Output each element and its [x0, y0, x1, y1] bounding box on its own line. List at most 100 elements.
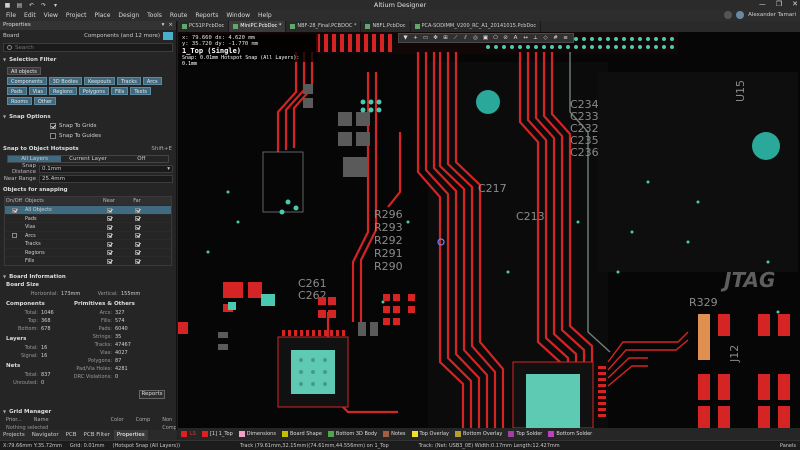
panel-close-icon[interactable]: ×: [168, 21, 173, 30]
keepout-icon[interactable]: ⊘: [501, 35, 510, 42]
all-objects-button[interactable]: All objects: [7, 67, 41, 75]
near-checkbox[interactable]: [106, 207, 112, 213]
save-icon[interactable]: ■: [4, 2, 11, 9]
layer-tab[interactable]: Notes: [380, 431, 408, 437]
table-row[interactable]: Vias: [5, 222, 171, 231]
grid-icon[interactable]: #: [551, 35, 560, 42]
menu-project[interactable]: Project: [62, 12, 91, 19]
chip-rooms[interactable]: Rooms: [7, 97, 32, 105]
chip-texts[interactable]: Texts: [130, 87, 152, 95]
doc-tab[interactable]: NBF-28_Final.PCBDOC *: [286, 21, 362, 32]
via-icon[interactable]: ◎: [471, 35, 480, 42]
selection-filter-title[interactable]: ▼ Selection Filter: [0, 55, 176, 64]
filter-icon[interactable]: ▼: [401, 35, 410, 42]
tab-pcb-filter[interactable]: PCB Filter: [81, 430, 113, 440]
maximize-button[interactable]: ❐: [776, 0, 782, 8]
grid-manager-title[interactable]: ▼ Grid Manager: [0, 407, 176, 416]
chip-fills[interactable]: Fills: [111, 87, 129, 95]
near-checkbox[interactable]: [106, 241, 112, 247]
chip-tracks[interactable]: Tracks: [117, 77, 141, 85]
chip-polygons[interactable]: Polygons: [78, 87, 110, 95]
menu-reports[interactable]: Reports: [191, 12, 222, 19]
reports-button[interactable]: Reports: [139, 390, 165, 399]
chip-other[interactable]: Other: [33, 97, 57, 105]
dimension-icon[interactable]: ↔: [521, 35, 530, 42]
far-checkbox[interactable]: [134, 258, 140, 264]
far-checkbox[interactable]: [134, 250, 140, 255]
align-icon[interactable]: ⊞: [441, 35, 450, 42]
table-row[interactable]: Arcs: [5, 230, 171, 240]
snap-to-grids-row[interactable]: Snap To Grids: [0, 121, 176, 131]
snap-distance-field[interactable]: 0.1mm ▾: [39, 165, 173, 173]
far-checkbox[interactable]: [134, 216, 140, 221]
onoff-checkbox[interactable]: [11, 207, 17, 213]
menu-place[interactable]: Place: [90, 12, 114, 19]
pin-icon[interactable]: ▾: [162, 21, 165, 30]
far-checkbox[interactable]: [134, 233, 140, 238]
table-row[interactable]: Fills: [5, 256, 171, 265]
route-icon[interactable]: ⟋: [451, 35, 460, 42]
drc-icon[interactable]: ◇: [541, 35, 550, 42]
tab-properties[interactable]: Properties: [113, 430, 148, 440]
snap-to-guides-row[interactable]: Snap To Guides: [0, 131, 176, 141]
layer-set-button[interactable]: LS: [187, 431, 199, 437]
doc-tab[interactable]: NBFL.PcbDoc: [361, 21, 411, 32]
doc-tab[interactable]: MiniPC.PcbDoc *: [229, 21, 287, 32]
panels-button[interactable]: Panels: [780, 443, 796, 449]
collapse-icon[interactable]: ▼: [3, 55, 6, 64]
mode-off[interactable]: Off: [115, 156, 168, 162]
near-range-field[interactable]: 25.4mm: [39, 175, 173, 183]
collapse-icon[interactable]: ▼: [3, 407, 6, 416]
chip-regions[interactable]: Regions: [49, 87, 77, 95]
undo-icon[interactable]: ↶: [28, 2, 35, 9]
snap-to-grids-checkbox[interactable]: [50, 123, 56, 129]
tab-pcb[interactable]: PCB: [63, 430, 80, 440]
select-icon[interactable]: ▭: [421, 35, 430, 42]
menu-help[interactable]: Help: [254, 12, 276, 19]
close-button[interactable]: ✕: [792, 0, 798, 8]
near-checkbox[interactable]: [106, 216, 112, 221]
avatar[interactable]: [736, 11, 745, 19]
layer-tab[interactable]: Bottom Solder: [545, 431, 595, 437]
near-checkbox[interactable]: [106, 250, 112, 255]
chip-3d-bodies[interactable]: 3D Bodies: [48, 77, 82, 85]
menu-tools[interactable]: Tools: [143, 12, 166, 19]
layer-tab[interactable]: Top Solder: [505, 431, 545, 437]
table-row[interactable]: All Objects: [5, 205, 171, 214]
gear-icon[interactable]: [724, 11, 733, 19]
add-icon[interactable]: +: [411, 35, 420, 42]
menu-file[interactable]: File: [2, 12, 20, 19]
tab-navigator[interactable]: Navigator: [29, 430, 62, 440]
table-row[interactable]: Pads: [5, 213, 171, 223]
measure-icon[interactable]: ⟂: [531, 35, 540, 42]
layer-tab[interactable]: Top Overlay: [409, 431, 452, 437]
far-checkbox[interactable]: [134, 241, 140, 247]
move-icon[interactable]: ✥: [431, 35, 440, 42]
layer-tab[interactable]: Bottom Overlay: [452, 431, 505, 437]
filter-icon[interactable]: [163, 32, 173, 40]
snap-to-guides-checkbox[interactable]: [50, 133, 56, 139]
pcb-canvas[interactable]: R296 R293 R292 R291 R290 C217 C213 R329 …: [178, 32, 800, 428]
menu-edit[interactable]: Edit: [20, 12, 40, 19]
near-checkbox[interactable]: [106, 224, 112, 230]
layer-tab[interactable]: [1] 1_Top: [199, 431, 236, 437]
far-checkbox[interactable]: [134, 224, 140, 230]
collapse-icon[interactable]: ▼: [3, 112, 6, 121]
table-row[interactable]: Regions: [5, 247, 171, 257]
minimize-button[interactable]: —: [759, 0, 766, 8]
user-name[interactable]: Alexander Tamari: [748, 12, 796, 18]
far-checkbox[interactable]: [134, 207, 140, 213]
mode-current-layer[interactable]: Current Layer: [61, 156, 114, 162]
layer-tab[interactable]: Board Shape: [279, 431, 325, 437]
layer-icon[interactable]: ≡: [561, 35, 570, 42]
menu-window[interactable]: Window: [222, 12, 254, 19]
redo-icon[interactable]: ↷: [40, 2, 47, 9]
chevron-down-icon[interactable]: ▾: [167, 166, 170, 172]
collapse-icon[interactable]: ▼: [3, 272, 6, 281]
doc-tab[interactable]: PCA-SODIMM_V200_RC_A1_20141015.PcbDoc: [411, 21, 542, 32]
layer-tab[interactable]: Bottom 3D Body: [325, 431, 380, 437]
open-icon[interactable]: ▤: [16, 2, 23, 9]
board-info-title[interactable]: ▼ Board Information: [0, 272, 176, 281]
chip-keepouts[interactable]: Keepouts: [84, 77, 116, 85]
onoff-checkbox[interactable]: [11, 233, 17, 238]
